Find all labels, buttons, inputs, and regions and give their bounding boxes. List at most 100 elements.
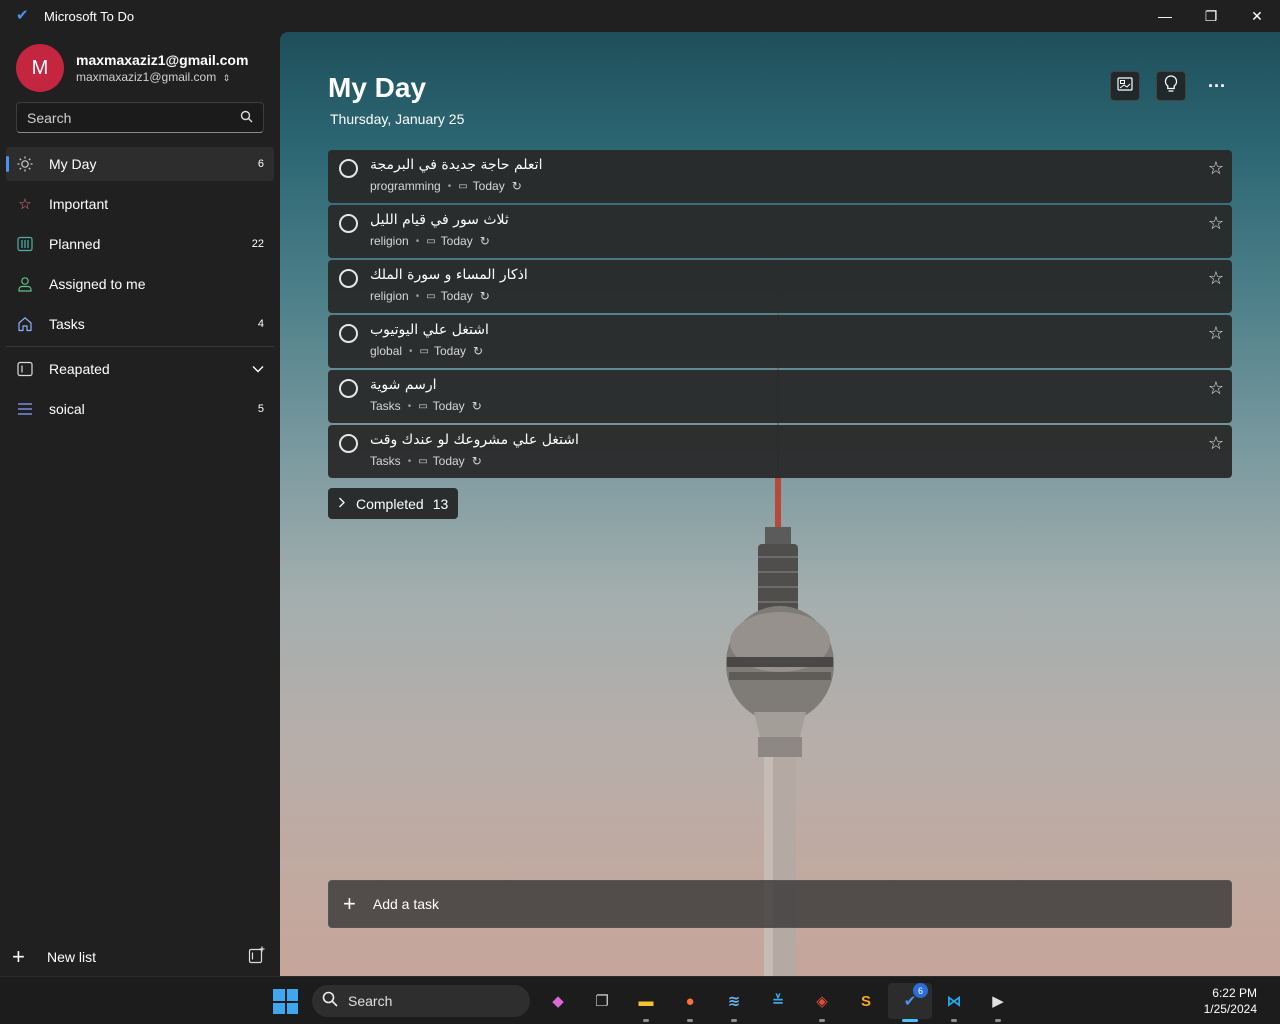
- taskbar-app-microsoft-todo[interactable]: ✔ 6: [888, 983, 932, 1022]
- account-name: maxmaxaziz1@gmail.com: [76, 52, 249, 68]
- window-title: Microsoft To Do: [44, 8, 135, 24]
- task-item[interactable]: اشتغل علي مشروعك لو عندك وقت Tasks • ▭ T…: [328, 425, 1232, 478]
- task-item[interactable]: اذكار المساء و سورة الملك religion • ▭ T…: [328, 260, 1232, 313]
- sun-icon: [16, 155, 34, 173]
- taskbar-app-copilot[interactable]: ◆: [536, 983, 580, 1019]
- clock-time: 6:22 PM: [1212, 986, 1257, 1000]
- chevron-down-icon[interactable]: [252, 362, 264, 376]
- new-list-button[interactable]: + New list: [12, 944, 96, 970]
- taskbar-app-vscode[interactable]: ⋈: [932, 983, 976, 1022]
- star-icon[interactable]: ☆: [1208, 378, 1224, 399]
- task-item[interactable]: اشتغل علي اليوتيوب global • ▭ Today ↻ ☆: [328, 315, 1232, 368]
- nav-label: Important: [49, 196, 109, 212]
- list-lines-icon: [16, 400, 34, 418]
- minimize-button[interactable]: —: [1142, 0, 1188, 32]
- task-meta: global • ▭ Today ↻: [370, 344, 484, 358]
- nav-count: 4: [257, 318, 264, 330]
- close-icon: ✕: [1251, 7, 1263, 24]
- change-background-button[interactable]: [1110, 71, 1140, 101]
- repeat-icon: ↻: [473, 344, 484, 358]
- nav-label: Planned: [49, 236, 101, 252]
- taskbar-app-media-player[interactable]: ▶: [976, 983, 1020, 1022]
- nav-planned[interactable]: Planned 22: [6, 227, 274, 261]
- group-icon: [16, 360, 34, 378]
- close-button[interactable]: ✕: [1234, 0, 1280, 32]
- add-task-bar[interactable]: +: [328, 880, 1232, 928]
- nav-label: My Day: [49, 156, 97, 172]
- task-list-name: Tasks: [370, 454, 401, 468]
- task-due: Today: [440, 289, 473, 303]
- task-list: اتعلم حاجة جديدة في البرمجة programming …: [328, 150, 1232, 480]
- start-button[interactable]: [273, 989, 298, 1014]
- system-clock[interactable]: 6:22 PM 1/25/2024: [1204, 985, 1257, 1017]
- star-icon[interactable]: ☆: [1208, 268, 1224, 289]
- toolbar: ···: [1110, 71, 1232, 101]
- group-reapated[interactable]: Reapated: [6, 352, 274, 386]
- maximize-button[interactable]: ❐: [1188, 0, 1234, 32]
- task-item[interactable]: ارسم شوية Tasks • ▭ Today ↻ ☆: [328, 370, 1232, 423]
- taskbar-app-firefox[interactable]: ●: [668, 983, 712, 1022]
- complete-checkbox[interactable]: [339, 379, 358, 398]
- new-group-icon[interactable]: [248, 946, 266, 964]
- taskbar-search[interactable]: Search: [312, 985, 530, 1017]
- nav-important[interactable]: ☆ Important: [6, 187, 274, 221]
- home-icon: [16, 315, 34, 333]
- task-list-name: global: [370, 344, 403, 358]
- window-controls: — ❐ ✕: [1142, 0, 1280, 32]
- title-bar: ✔ Microsoft To Do — ❐ ✕: [0, 0, 1280, 32]
- completed-count: 13: [432, 495, 449, 512]
- star-icon[interactable]: ☆: [1208, 213, 1224, 234]
- firefox-icon: ●: [685, 992, 695, 1010]
- nav-tasks[interactable]: Tasks 4: [6, 307, 274, 341]
- complete-checkbox[interactable]: [339, 324, 358, 343]
- chevron-right-icon: [338, 497, 346, 511]
- monitor-chart-icon: ≋: [727, 993, 741, 1010]
- main-panel: My Day Thursday, January 25 ··· اتعلم حا…: [280, 32, 1280, 976]
- nav-count: 22: [251, 238, 264, 250]
- search-input[interactable]: [27, 109, 240, 126]
- taskbar-app-task-view[interactable]: ❐: [580, 983, 624, 1019]
- more-dots-icon: ···: [1208, 75, 1226, 96]
- account-switcher[interactable]: M maxmaxaziz1@gmail.com maxmaxaziz1@gmai…: [16, 44, 248, 92]
- user-lists: Reapated soical 5: [6, 352, 274, 432]
- completed-toggle[interactable]: Completed 13: [328, 488, 459, 519]
- repeat-icon: ↻: [471, 454, 482, 468]
- task-meta: religion • ▭ Today ↻: [370, 289, 490, 303]
- star-icon[interactable]: ☆: [1208, 323, 1224, 344]
- star-icon[interactable]: ☆: [1208, 433, 1224, 454]
- folder-icon: ▬: [638, 992, 654, 1010]
- search-icon[interactable]: [240, 110, 253, 126]
- repeat-icon: ↻: [479, 289, 490, 303]
- complete-checkbox[interactable]: [339, 434, 358, 453]
- taskbar-app-file-explorer[interactable]: ▬: [624, 983, 668, 1022]
- task-item[interactable]: اتعلم حاجة جديدة في البرمجة programming …: [328, 150, 1232, 203]
- taskbar-app-cursor[interactable]: ≚: [756, 983, 800, 1019]
- repeat-icon: ↻: [471, 399, 482, 413]
- chevron-stack-icon: ≚: [771, 993, 785, 1010]
- background-image-icon: [1117, 76, 1133, 96]
- taskbar-app-resource-monitor[interactable]: ≋: [712, 983, 756, 1022]
- add-task-input[interactable]: [372, 896, 773, 912]
- star-icon[interactable]: ☆: [1208, 158, 1224, 179]
- task-title: اذكار المساء و سورة الملك: [370, 267, 528, 283]
- task-title: اشتغل علي اليوتيوب: [370, 322, 489, 338]
- nav-divider: [6, 346, 274, 347]
- more-options-button[interactable]: ···: [1202, 71, 1232, 101]
- calendar-grid-icon: [16, 235, 34, 253]
- task-item[interactable]: ثلاث سور في قيام الليل religion • ▭ Toda…: [328, 205, 1232, 258]
- nav-assigned-to-me[interactable]: Assigned to me: [6, 267, 274, 301]
- complete-checkbox[interactable]: [339, 214, 358, 233]
- nav-my-day[interactable]: My Day 6: [6, 147, 274, 181]
- calendar-icon: ▭: [418, 400, 428, 412]
- notification-badge: 6: [913, 983, 928, 998]
- suggestions-button[interactable]: [1156, 71, 1186, 101]
- task-title: اتعلم حاجة جديدة في البرمجة: [370, 157, 543, 173]
- sublime-icon: S: [860, 992, 871, 1010]
- taskbar-app-sublime-text[interactable]: S: [844, 983, 888, 1019]
- taskbar-app-git[interactable]: ◈: [800, 983, 844, 1022]
- complete-checkbox[interactable]: [339, 159, 358, 178]
- list-soical[interactable]: soical 5: [6, 392, 274, 426]
- complete-checkbox[interactable]: [339, 269, 358, 288]
- task-due: Today: [434, 344, 467, 358]
- plus-icon: +: [343, 891, 356, 916]
